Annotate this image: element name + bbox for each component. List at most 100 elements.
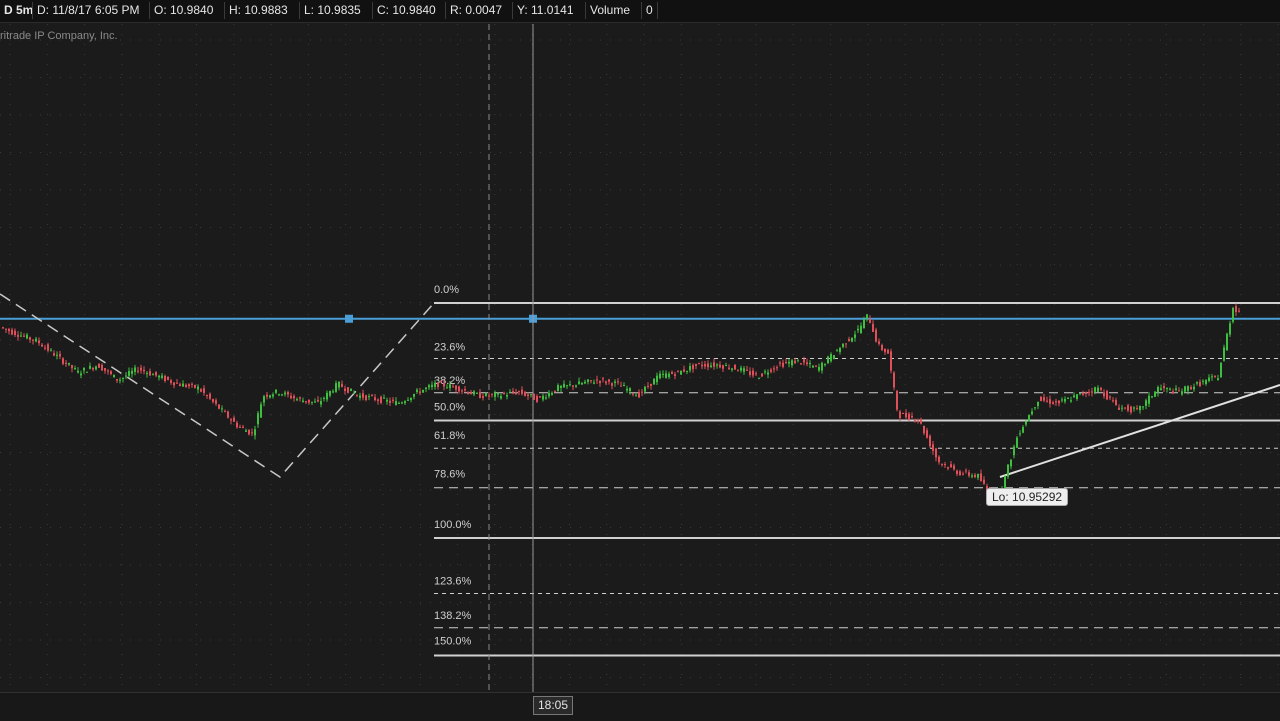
candle-body <box>74 367 76 369</box>
candle-body <box>494 392 496 397</box>
candle-body <box>683 369 685 372</box>
candle-body <box>1016 437 1018 448</box>
candle-body <box>5 328 7 330</box>
candle-body <box>707 363 709 368</box>
candle-body <box>890 351 892 371</box>
candle-body <box>26 334 28 339</box>
candle-body <box>1112 400 1114 402</box>
candle-body <box>1037 401 1039 407</box>
candle-body <box>500 395 502 399</box>
candle-body <box>254 429 256 436</box>
candle-body <box>1202 380 1204 382</box>
candle-body <box>1142 406 1144 408</box>
candle-body <box>80 373 82 376</box>
candle-body <box>842 343 844 347</box>
candle-body <box>446 387 448 389</box>
fib-level-label: 100.0% <box>434 519 472 531</box>
candle-body <box>1115 400 1117 406</box>
candle-body <box>758 378 760 380</box>
candle-body <box>770 369 772 372</box>
candle-body <box>188 384 190 387</box>
candle-body <box>962 473 964 475</box>
candle-body <box>1025 421 1027 425</box>
candle-body <box>1214 375 1216 377</box>
candle-body <box>524 392 526 396</box>
fib-level-label: 138.2% <box>434 610 472 622</box>
candle-body <box>833 355 835 360</box>
candle-body <box>491 393 493 395</box>
candle-body <box>92 367 94 370</box>
symbol-timeframe[interactable]: D 5m <box>0 2 33 19</box>
candle-body <box>863 319 865 329</box>
candle-body <box>119 379 121 381</box>
candle-body <box>425 387 427 389</box>
candle-body <box>656 375 658 383</box>
candle-body <box>1013 446 1015 456</box>
candle-body <box>587 379 589 382</box>
candle-body <box>377 399 379 401</box>
candle-body <box>704 364 706 367</box>
candle-body <box>542 395 544 400</box>
candle-body <box>1196 382 1198 384</box>
candle-body <box>248 429 250 435</box>
candle-body <box>980 473 982 482</box>
candle-body <box>239 426 241 428</box>
candle-body <box>791 360 793 366</box>
candle-body <box>764 371 766 373</box>
candle-body <box>1184 386 1186 392</box>
candle-body <box>581 383 583 385</box>
candle-body <box>698 363 700 365</box>
candle-body <box>860 325 862 334</box>
candle-body <box>1052 402 1054 405</box>
candle-body <box>485 393 487 396</box>
candle-body <box>584 381 586 384</box>
candle-body <box>35 338 37 342</box>
candle-body <box>1232 308 1234 322</box>
candle-body <box>959 471 961 475</box>
candle-body <box>536 396 538 402</box>
candle-body <box>2 327 4 329</box>
candle-body <box>134 367 136 372</box>
candle-body <box>926 430 928 438</box>
candle-body <box>83 368 85 371</box>
candle-body <box>1139 405 1141 411</box>
quote-header-bar: D 5m D: 11/8/17 6:05 PM O: 10.9840 H: 10… <box>0 0 1280 23</box>
fib-level-label: 123.6% <box>434 575 472 587</box>
candle-body <box>14 330 16 336</box>
candle-body <box>1121 407 1123 409</box>
candle-body <box>881 345 883 350</box>
candle-body <box>566 385 568 387</box>
candle-body <box>1082 393 1084 395</box>
price-chart[interactable]: 0.0%23.6%38.2%50.0%61.8%78.6%100.0%123.6… <box>0 0 1280 720</box>
candle-body <box>872 323 874 332</box>
candle-body <box>548 392 550 397</box>
candle-body <box>905 412 907 418</box>
candle-body <box>1049 399 1051 404</box>
candle-body <box>884 348 886 353</box>
candle-body <box>773 368 775 370</box>
horizontal-line-anchor <box>345 314 353 323</box>
candle-body <box>509 391 511 393</box>
candle-body <box>788 361 790 364</box>
candle-body <box>437 382 439 388</box>
candle-body <box>830 354 832 362</box>
candle-body <box>1145 400 1147 406</box>
candle-body <box>551 392 553 395</box>
candle-body <box>1004 475 1006 489</box>
candle-body <box>62 358 64 364</box>
candle-body <box>428 385 430 388</box>
candle-body <box>824 364 826 366</box>
fib-level-label: 150.0% <box>434 636 472 648</box>
candle-body <box>275 389 277 393</box>
candle-body <box>887 349 889 354</box>
candle-body <box>1106 391 1108 400</box>
candle-body <box>644 386 646 392</box>
candle-body <box>365 395 367 401</box>
candle-body <box>341 383 343 387</box>
candle-body <box>1190 386 1192 390</box>
candle-body <box>386 399 388 402</box>
candle-body <box>383 397 385 399</box>
candle-body <box>539 396 541 398</box>
candle-body <box>530 394 532 396</box>
candle-body <box>569 384 571 386</box>
